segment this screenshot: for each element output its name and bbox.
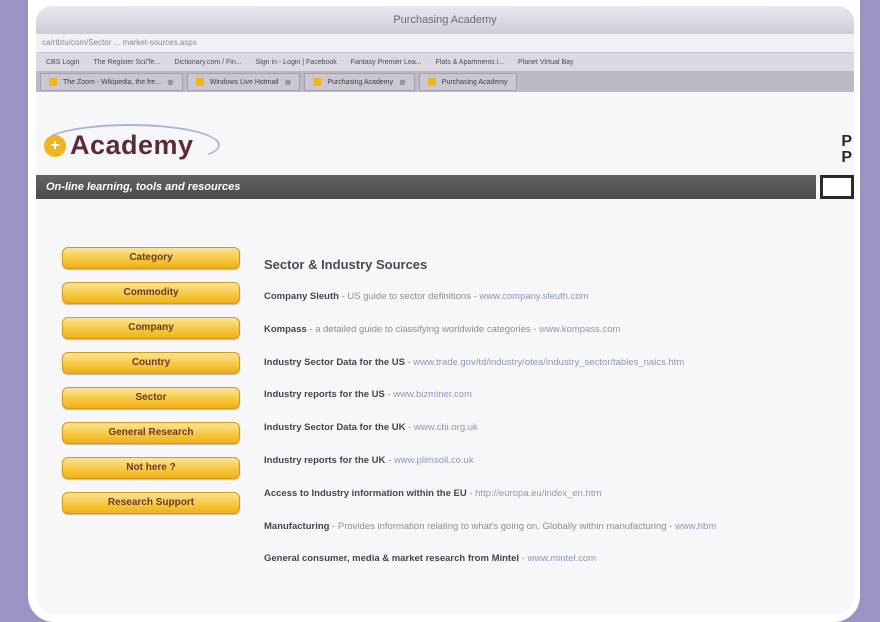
nav-button-sector[interactable]: Sector — [62, 387, 240, 409]
source-title: Manufacturing — [264, 520, 330, 532]
source-link[interactable]: www.kompass.com — [539, 324, 620, 335]
source-desc: - — [466, 487, 476, 499]
nav-button-general-research[interactable]: General Research — [62, 422, 240, 444]
bookmarks-bar: CBS Login The Register Sci/Te... Diction… — [36, 53, 854, 72]
strapline: On-line learning, tools and resources — [36, 175, 816, 199]
source-item: Industry reports for the US - www.bizmin… — [264, 388, 854, 421]
source-title: General consumer, media & market researc… — [264, 553, 520, 565]
browser-tab[interactable]: Purchasing Academy — [418, 73, 517, 91]
tab-label: Purchasing Academy — [327, 78, 394, 86]
header-edge-text: PP — [841, 133, 852, 166]
page-title: Sector & Industry Sources — [264, 257, 428, 272]
tab-strip: The Zoom - Wikipedia, the fre... ⊗ Window… — [36, 72, 854, 93]
site-logo[interactable]: + Academy — [40, 124, 220, 166]
browser-tab[interactable]: Windows Live Hotmail ⊗ — [186, 73, 301, 91]
tab-label: Purchasing Academy — [441, 78, 508, 86]
source-desc: - — [405, 422, 414, 434]
main-content: Sector & Industry Sources Company Sleuth… — [264, 257, 854, 585]
nav-button-commodity[interactable]: Commodity — [62, 282, 240, 304]
source-link[interactable]: www.company.sleuth.com — [479, 291, 588, 302]
source-item: Industry reports for the UK - www.plimso… — [264, 454, 854, 487]
bookmark-item[interactable]: Planet Virtual Bay — [518, 59, 574, 66]
source-item: General consumer, media & market researc… — [264, 552, 854, 585]
source-link[interactable]: www.bizminer.com — [393, 389, 472, 400]
tab-label: The Zoom - Wikipedia, the fre... — [63, 78, 162, 86]
address-bar[interactable]: ca/rtbtu/com/Sector ... market-sources.a… — [36, 34, 854, 53]
source-item: Kompass - a detailed guide to classifyin… — [264, 323, 854, 356]
bookmark-item[interactable]: Flats & Apartments i... — [436, 59, 504, 66]
source-link[interactable]: www.mintel.com — [527, 553, 596, 564]
favicon-icon — [49, 78, 57, 86]
monitor-screen: Purchasing Academy ca/rtbtu/com/Sector .… — [36, 6, 854, 614]
close-icon[interactable]: ⊗ — [167, 78, 174, 87]
close-icon[interactable]: ⊗ — [285, 78, 292, 87]
search-box[interactable] — [820, 175, 854, 199]
source-desc: - US guide to sector definitions - — [338, 291, 480, 302]
source-title: Industry reports for the UK — [264, 454, 386, 466]
source-link[interactable]: www.cbi.org.uk — [414, 422, 478, 433]
nav-button-category[interactable]: Category — [62, 247, 240, 269]
nav-button-country[interactable]: Country — [62, 352, 240, 374]
source-desc: - — [385, 454, 394, 466]
window-title: Purchasing Academy — [36, 6, 854, 34]
bookmark-item[interactable]: The Register Sci/Te... — [93, 59, 160, 66]
source-title: Industry reports for the US — [264, 389, 385, 401]
web-page: + Academy PP On-line learning, tools and… — [36, 92, 854, 614]
bookmark-item[interactable]: CBS Login — [46, 59, 79, 66]
browser-tab[interactable]: Purchasing Academy ⊗ — [304, 73, 415, 91]
source-link[interactable]: www.trade.gov/td/industry/otea/industry_… — [413, 357, 684, 368]
source-item: Company Sleuth - US guide to sector defi… — [264, 290, 854, 323]
favicon-icon — [195, 78, 204, 86]
source-link[interactable]: http://europa.eu/index_en.htm — [475, 488, 601, 499]
browser-tab[interactable]: The Zoom - Wikipedia, the fre... ⊗ — [40, 73, 183, 91]
source-desc: - a detailed guide to classifying worldw… — [306, 323, 540, 335]
source-title: Access to Industry information within th… — [264, 487, 467, 499]
source-title: Industry Sector Data for the UK — [264, 422, 406, 434]
nav-button-not-here[interactable]: Not here ? — [62, 457, 240, 479]
bookmark-item[interactable]: Fantasy Premier Lea... — [351, 59, 422, 66]
nav-button-research-support[interactable]: Research Support — [62, 492, 240, 514]
logo-swoosh — [40, 124, 220, 166]
favicon-icon — [427, 78, 436, 86]
close-icon[interactable]: ⊗ — [399, 78, 406, 87]
favicon-icon — [313, 78, 322, 86]
nav-button-company[interactable]: Company — [62, 317, 240, 339]
bookmark-item[interactable]: Dictionary.com / Fin... — [174, 59, 241, 66]
source-item: Industry Sector Data for the US - www.tr… — [264, 356, 854, 389]
source-title: Kompass — [264, 323, 307, 335]
source-title: Industry Sector Data for the US — [264, 356, 405, 368]
source-link[interactable]: www.hbm — [675, 521, 716, 532]
source-item: Manufacturing - Provides information rel… — [264, 520, 854, 553]
source-item: Access to Industry information within th… — [264, 487, 854, 520]
side-nav: Category Commodity Company Country Secto… — [62, 247, 240, 527]
tab-label: Windows Live Hotmail — [209, 78, 279, 86]
source-title: Company Sleuth — [264, 291, 339, 302]
source-link[interactable]: www.plimsoll.co.uk — [394, 455, 474, 466]
bookmark-item[interactable]: Sign in - Login | Facebook — [256, 59, 337, 66]
source-desc: - Provides information relating to what'… — [329, 520, 676, 532]
source-item: Industry Sector Data for the UK - www.cb… — [264, 421, 854, 454]
